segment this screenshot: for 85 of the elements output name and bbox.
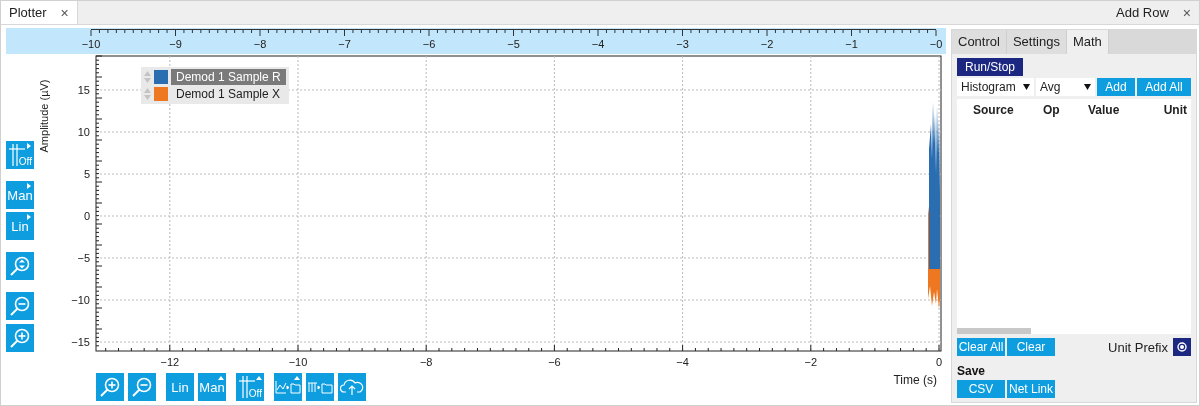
clear-button[interactable]: Clear (1007, 338, 1055, 356)
legend-label[interactable]: Demod 1 Sample X (171, 86, 286, 102)
column-header: Unit (1162, 103, 1187, 117)
clear-button[interactable]: Clear All (957, 338, 1005, 356)
legend-label[interactable]: Demod 1 Sample R (171, 69, 286, 85)
overview-tick-label: −10 (81, 38, 101, 50)
menu-caret-icon (256, 375, 262, 381)
close-icon[interactable]: × (1182, 4, 1191, 21)
scale-button[interactable]: Lin (6, 212, 34, 240)
radio-ring-icon (1177, 342, 1187, 352)
overview-tick-label: −9 (169, 38, 182, 50)
y-tick-label: −15 (71, 336, 90, 348)
column-header: Op (1043, 103, 1061, 117)
column-header: Value (1088, 103, 1121, 117)
x-tick-label: −6 (548, 356, 561, 368)
panel-tab[interactable]: Control (952, 30, 1007, 54)
y-tick-label: 10 (77, 126, 90, 138)
overview-tick-label: −0 (929, 38, 943, 50)
scale-button[interactable]: Man (198, 373, 226, 401)
table-to-folder-icon (307, 380, 333, 394)
caret-icon (1023, 84, 1030, 90)
unit-prefix-label: Unit Prefix (1108, 339, 1168, 355)
x-tick-label: 0 (935, 356, 943, 368)
zoom-fit-icon (8, 254, 32, 278)
add-button[interactable]: Add (1097, 78, 1135, 96)
caret-icon (1084, 84, 1091, 90)
zoom-fit-button[interactable] (6, 252, 34, 280)
y-tick-label: −10 (71, 294, 90, 306)
overview-tick-label: −8 (253, 38, 267, 50)
zoom-out-icon (8, 294, 32, 318)
scrollbar[interactable] (957, 328, 1031, 334)
save-heading: Save (957, 364, 987, 378)
grid-button[interactable]: Off (236, 373, 264, 401)
zoom-out-button[interactable] (128, 373, 156, 401)
zoom-in-icon (8, 326, 32, 350)
column-header: Source (973, 103, 1015, 117)
y-axis-label: Amplitude (µV) (38, 79, 50, 153)
menu-caret-icon (26, 143, 32, 149)
add-row-link[interactable]: Add Row (1116, 5, 1169, 20)
x-tick-label: −10 (288, 356, 308, 368)
grid-button[interactable]: Off (6, 141, 34, 169)
zoom-in-button[interactable] (6, 324, 34, 352)
menu-caret-icon (26, 183, 32, 189)
dropdown[interactable]: Avg (1036, 78, 1095, 96)
overview-tick-label: −3 (676, 38, 689, 50)
menu-caret-icon (218, 375, 224, 381)
run-stop-button[interactable]: Run/Stop (957, 58, 1024, 76)
zoom-in-button[interactable] (96, 373, 124, 401)
document-tab[interactable]: Plotter × (1, 1, 78, 24)
save-button[interactable]: Net Link (1007, 380, 1055, 398)
close-icon[interactable]: × (60, 4, 69, 21)
zoom-out-icon (130, 375, 154, 399)
export-plot-button[interactable] (274, 373, 302, 401)
panel-tab[interactable]: Settings (1006, 30, 1067, 54)
overview-tick-label: −4 (591, 38, 605, 50)
zoom-in-icon (98, 375, 122, 399)
overview-tick-label: −2 (760, 38, 774, 50)
scale-button[interactable]: Lin (166, 373, 194, 401)
plot-to-folder-icon (275, 380, 301, 394)
overview-tick-label: −5 (507, 38, 520, 50)
unit-prefix-toggle[interactable] (1173, 338, 1191, 356)
overview-tick-label: −1 (845, 38, 858, 50)
y-tick-label: 0 (83, 210, 90, 222)
overview-tick-label: −6 (422, 38, 436, 50)
x-tick-label: −8 (419, 356, 433, 368)
save-button[interactable]: CSV (957, 380, 1005, 398)
y-tick-label: 5 (83, 168, 90, 180)
y-tick-label: 15 (77, 84, 90, 96)
x-tick-label: −12 (160, 356, 180, 368)
cloud-upload-button[interactable] (338, 373, 366, 401)
menu-caret-icon (26, 214, 32, 220)
y-tick-label: −5 (77, 252, 90, 264)
panel-tab[interactable]: Math (1066, 30, 1109, 54)
export-table-button[interactable] (306, 373, 334, 401)
overview-strip[interactable]: −10 −9 −8 −7 −6 −5 −4 −3 −2 −1 −0 (6, 28, 946, 54)
menu-caret-icon (294, 375, 300, 381)
x-axis-label: Time (s) (893, 373, 937, 387)
x-tick-label: −2 (804, 356, 818, 368)
x-tick-label: −4 (676, 356, 689, 368)
overview-tick-label: −7 (338, 38, 351, 50)
dropdown[interactable]: Histogram (957, 78, 1034, 96)
scale-button[interactable]: Man (6, 181, 34, 209)
cloud-upload-icon (340, 378, 364, 396)
zoom-out-button[interactable] (6, 292, 34, 320)
add-button[interactable]: Add All (1137, 78, 1191, 96)
